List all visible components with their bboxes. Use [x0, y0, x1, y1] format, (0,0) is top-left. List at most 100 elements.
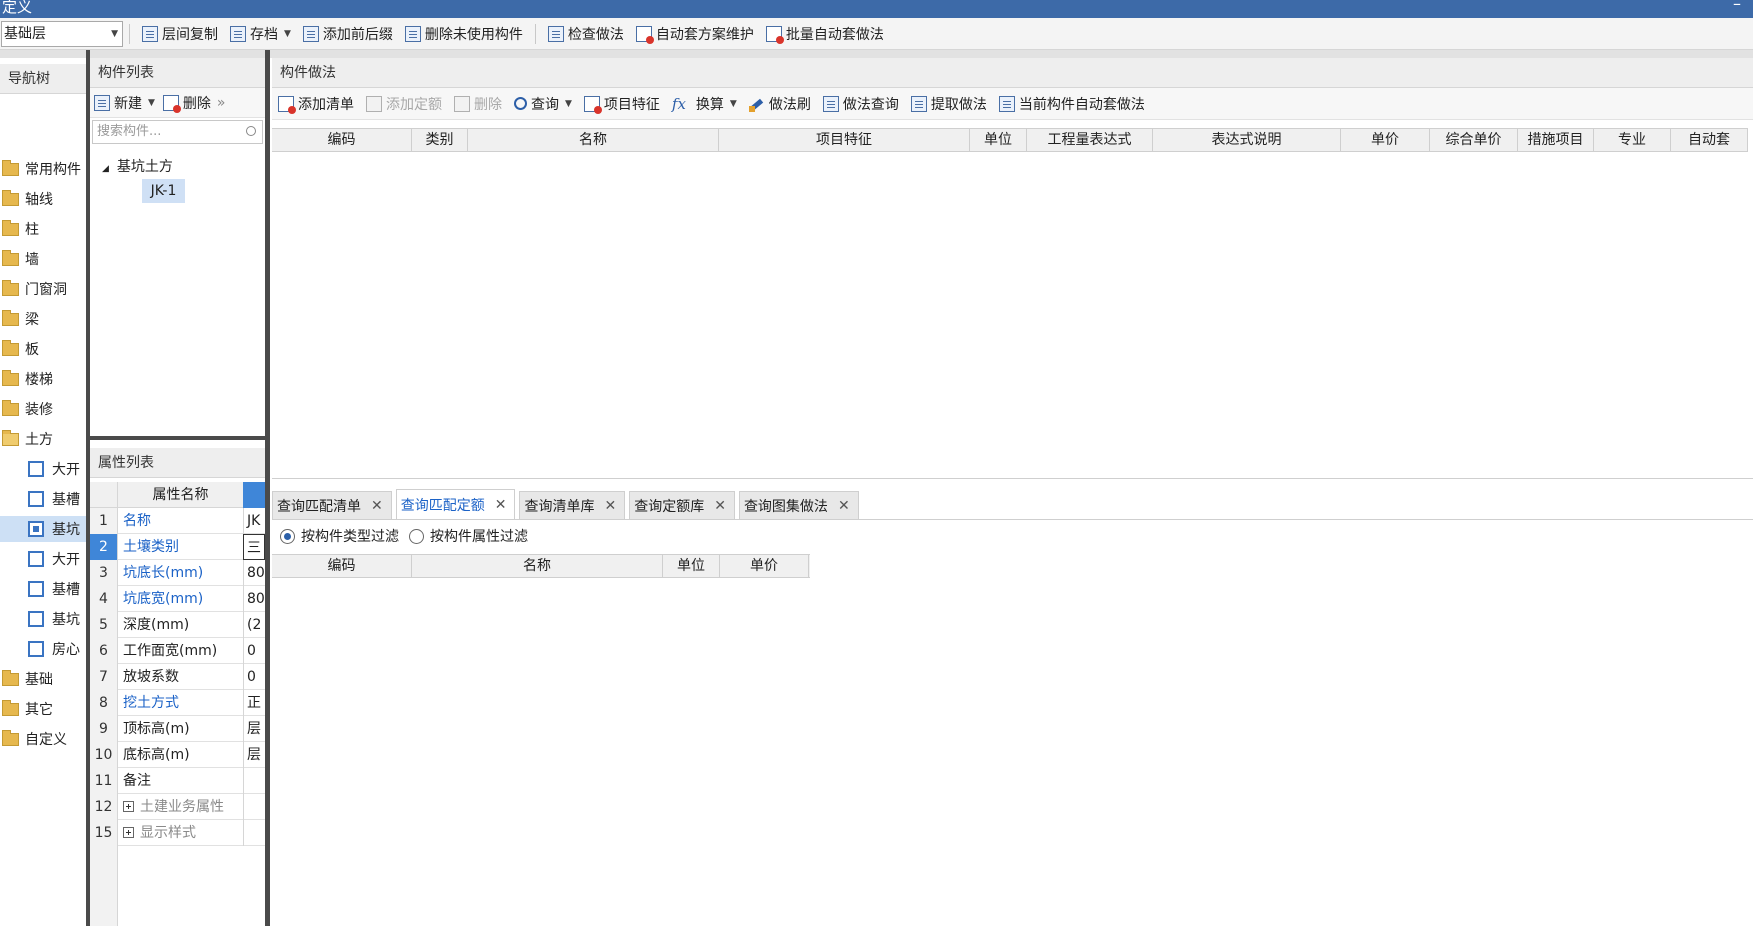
col-unit-price[interactable]: 单价 — [1341, 129, 1430, 151]
nav-subitem[interactable]: 大开 — [0, 456, 86, 482]
col-code[interactable]: 编码 — [272, 129, 412, 151]
copy-floor-button[interactable]: 层间复制 — [136, 21, 224, 47]
col-category[interactable]: 类别 — [412, 129, 468, 151]
settings-doc-icon — [635, 25, 654, 44]
batch-auto-button[interactable]: 批量自动套做法 — [760, 21, 890, 47]
property-row[interactable]: 9 顶标高(m) 层 — [90, 716, 265, 742]
delete-method-button[interactable]: 删除 — [448, 91, 508, 117]
folder-icon — [2, 729, 19, 746]
minimize-button[interactable]: – — [1733, 0, 1741, 13]
close-icon[interactable]: ✕ — [495, 497, 507, 513]
close-icon[interactable]: ✕ — [604, 498, 616, 514]
nav-item-earthwork[interactable]: 土方 — [0, 426, 86, 452]
nav-subitem[interactable]: 基坑 — [0, 606, 86, 632]
add-quota-button[interactable]: 添加定额 — [360, 91, 448, 117]
tree-group[interactable]: ◢ 基坑土方 — [102, 156, 173, 176]
nav-item-slab[interactable]: 板 — [0, 336, 86, 362]
col-unit[interactable]: 单位 — [970, 129, 1027, 151]
expand-icon[interactable] — [123, 801, 134, 812]
col-item-feature[interactable]: 项目特征 — [719, 129, 970, 151]
col-quantity-expr[interactable]: 工程量表达式 — [1027, 129, 1153, 151]
tab-bill-library[interactable]: 查询清单库 ✕ — [519, 491, 626, 519]
folder-icon — [2, 159, 19, 176]
method-brush-button[interactable]: 做法刷 — [743, 91, 817, 117]
tab-match-bill[interactable]: 查询匹配清单 ✕ — [272, 491, 392, 519]
tree-item-selected[interactable]: JK-1 — [142, 179, 185, 203]
property-row[interactable]: 6 工作面宽(mm) 0 — [90, 638, 265, 664]
property-group-row[interactable]: 12 土建业务属性 — [90, 794, 265, 820]
splitter-horizontal[interactable] — [90, 436, 265, 440]
filter-by-attr-radio[interactable] — [409, 528, 424, 544]
more-button[interactable]: » — [215, 90, 228, 116]
property-row[interactable]: 5 深度(mm) (2 — [90, 612, 265, 638]
property-row[interactable]: 1 名称 JK — [90, 508, 265, 534]
nav-subitem-selected[interactable]: 基坑 — [0, 516, 86, 542]
nav-item-beam[interactable]: 梁 — [0, 306, 86, 332]
convert-button[interactable]: fx 换算 ▼ — [666, 91, 743, 117]
property-row[interactable]: 4 坑底宽(mm) 80 — [90, 586, 265, 612]
nav-item-column[interactable]: 柱 — [0, 216, 86, 242]
item-feature-button[interactable]: 项目特征 — [578, 91, 666, 117]
nav-subitem[interactable]: 基槽 — [0, 576, 86, 602]
nav-subitem[interactable]: 大开 — [0, 546, 86, 572]
nav-item-decoration[interactable]: 装修 — [0, 396, 86, 422]
property-group-row[interactable]: 15 显示样式 — [90, 820, 265, 846]
auto-method-icon — [998, 95, 1015, 112]
delete-unused-button[interactable]: 删除未使用构件 — [399, 21, 529, 47]
folder-icon — [2, 219, 19, 236]
add-prefix-suffix-button[interactable]: 添加前后缀 — [297, 21, 399, 47]
nav-item-foundation[interactable]: 基础 — [0, 666, 86, 692]
nav-item-wall[interactable]: 墙 — [0, 246, 86, 272]
filter-by-type-radio[interactable] — [280, 528, 295, 544]
add-bill-button[interactable]: 添加清单 — [272, 91, 360, 117]
auto-scheme-button[interactable]: 自动套方案维护 — [630, 21, 760, 47]
close-icon[interactable]: ✕ — [714, 498, 726, 514]
nav-item-other[interactable]: 其它 — [0, 696, 86, 722]
method-panel: 构件做法 添加清单 添加定额 删除 查询 ▼ 项目特征 fx 换算 ▼ 做法刷 做法查… — [272, 58, 1753, 478]
folder-icon — [2, 249, 19, 266]
nav-item-custom[interactable]: 自定义 — [0, 726, 86, 752]
col-name[interactable]: 名称 — [468, 129, 719, 151]
query-button[interactable]: 查询 ▼ — [508, 91, 578, 117]
col-code[interactable]: 编码 — [272, 555, 412, 577]
col-expr-desc[interactable]: 表达式说明 — [1153, 129, 1341, 151]
expand-icon[interactable] — [123, 827, 134, 838]
search-input[interactable]: 搜索构件... — [92, 120, 263, 144]
property-row-selected[interactable]: 2 土壤类别三 — [90, 534, 265, 560]
col-unit-price[interactable]: 单价 — [720, 555, 809, 577]
splitter-middle[interactable] — [265, 50, 270, 926]
col-auto[interactable]: 自动套 — [1671, 129, 1748, 151]
nav-item-common[interactable]: 常用构件 — [0, 156, 86, 182]
save-archive-button[interactable]: 存档 ▼ — [224, 21, 297, 47]
component-list-title: 构件列表 — [90, 58, 265, 88]
floor-select[interactable]: 基础层 ▼ — [1, 20, 123, 47]
delete-component-button[interactable]: 删除 — [159, 90, 215, 116]
close-icon[interactable]: ✕ — [371, 498, 383, 514]
property-list-panel: 属性列表 属性名称 1 名称 JK 2 土壤类别三 3 坑底长(mm) 80 4 坑底宽(m… — [90, 448, 265, 926]
col-composite-price[interactable]: 综合单价 — [1430, 129, 1518, 151]
tab-quota-library[interactable]: 查询定额库 ✕ — [629, 491, 735, 519]
nav-subitem[interactable]: 房心 — [0, 636, 86, 662]
nav-item-axis[interactable]: 轴线 — [0, 186, 86, 212]
property-row[interactable]: 11 备注 — [90, 768, 265, 794]
component-toolbar: 新建 ▼ 删除 » — [90, 88, 265, 118]
property-row[interactable]: 8 挖土方式正 — [90, 690, 265, 716]
tab-atlas-method[interactable]: 查询图集做法 ✕ — [738, 491, 859, 519]
col-measure[interactable]: 措施项目 — [1518, 129, 1594, 151]
col-unit[interactable]: 单位 — [663, 555, 720, 577]
property-row[interactable]: 3 坑底长(mm) 80 — [90, 560, 265, 586]
nav-item-stairs[interactable]: 楼梯 — [0, 366, 86, 392]
close-icon[interactable]: ✕ — [838, 498, 850, 514]
new-component-button[interactable]: 新建 ▼ — [90, 90, 159, 116]
col-specialty[interactable]: 专业 — [1594, 129, 1671, 151]
extract-method-button[interactable]: 提取做法 — [905, 91, 993, 117]
nav-subitem[interactable]: 基槽 — [0, 486, 86, 512]
nav-item-door-window[interactable]: 门窗洞 — [0, 276, 86, 302]
property-row[interactable]: 7 放坡系数 0 — [90, 664, 265, 690]
col-name[interactable]: 名称 — [412, 555, 663, 577]
tab-match-quota[interactable]: 查询匹配定额 ✕ — [395, 489, 516, 519]
current-auto-method-button[interactable]: 当前构件自动套做法 — [993, 91, 1151, 117]
check-method-button[interactable]: 检查做法 — [542, 21, 630, 47]
method-query-button[interactable]: 做法查询 — [817, 91, 905, 117]
property-row[interactable]: 10 底标高(m) 层 — [90, 742, 265, 768]
